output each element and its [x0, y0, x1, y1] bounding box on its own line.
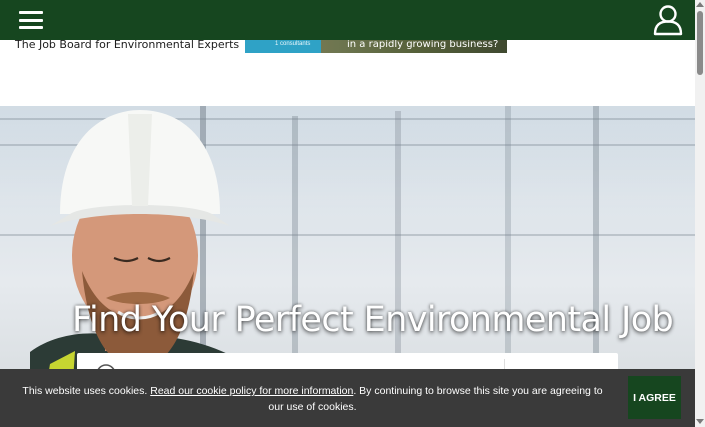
ad-headline: in a rapidly growing business?: [347, 39, 499, 50]
cookie-text-before: This website uses cookies.: [22, 385, 151, 397]
cookie-message: This website uses cookies. Read our cook…: [20, 383, 605, 415]
top-navigation-bar: [0, 0, 695, 40]
hamburger-menu-icon[interactable]: [19, 11, 43, 29]
hero-title: Find Your Perfect Environmental Job: [72, 300, 674, 340]
cookie-agree-button[interactable]: I AGREE: [628, 376, 681, 419]
scrollbar-thumb[interactable]: [697, 11, 703, 75]
cookie-policy-link[interactable]: Read our cookie policy for more informat…: [150, 385, 353, 397]
scroll-down-arrow-icon[interactable]: [696, 419, 704, 424]
advertisement-banner[interactable]: 1 consultants in a rapidly growing busin…: [245, 38, 507, 53]
ad-small-text: 1 consultants: [275, 41, 311, 47]
user-account-icon[interactable]: [653, 4, 683, 36]
cookie-consent-bar: This website uses cookies. Read our cook…: [0, 369, 695, 427]
scroll-up-arrow-icon[interactable]: [696, 2, 704, 7]
page-scrollbar[interactable]: [695, 0, 705, 427]
